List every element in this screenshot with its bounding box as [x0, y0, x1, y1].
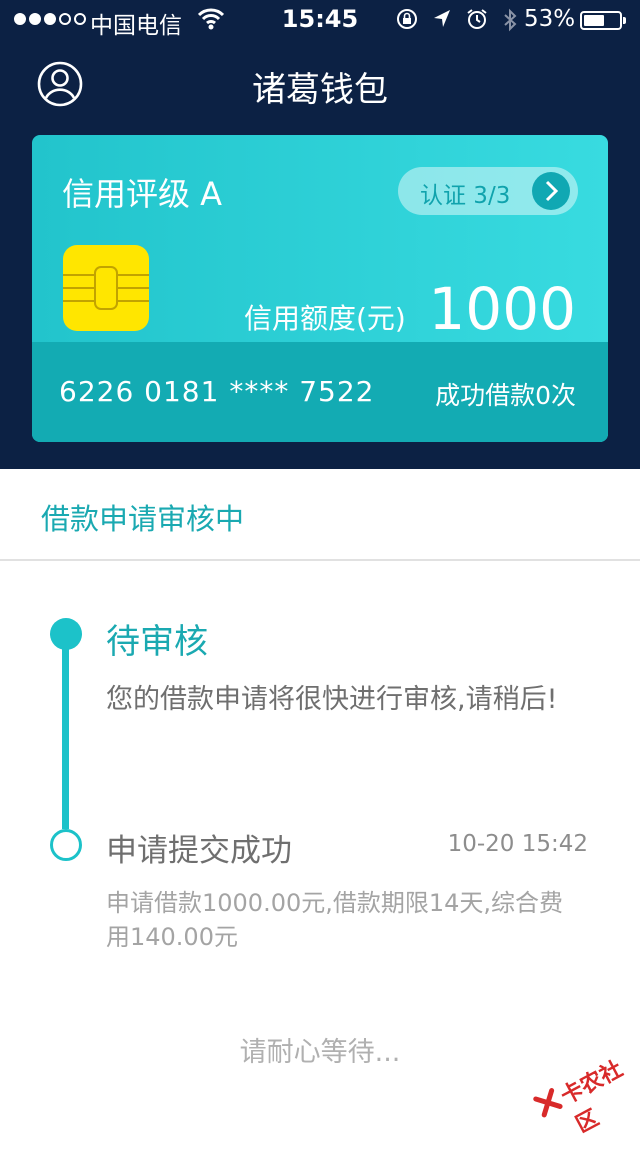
certification-button[interactable]: 认证 3/3 [398, 167, 578, 215]
timeline-step-time: 10-20 15:42 [447, 831, 588, 857]
card-number: 6226 0181 **** 7522 [59, 375, 375, 408]
location-arrow-icon [434, 10, 450, 27]
rotation-lock-icon [397, 9, 417, 29]
waiting-message: 请耐心等待... [239, 1037, 401, 1068]
timeline-dot-active [50, 618, 82, 650]
timeline-step-title: 申请提交成功 [106, 833, 292, 869]
section-title: 借款申请审核中 [41, 502, 245, 536]
chevron-right-icon [532, 172, 570, 210]
success-loan-count: 成功借款0次 [435, 381, 576, 410]
bluetooth-icon [504, 8, 517, 32]
credit-limit-label: 信用额度(元) [244, 302, 406, 335]
credit-limit-value: 1000 [428, 275, 576, 343]
battery-icon [580, 11, 626, 30]
battery-percent: 53% [524, 6, 576, 32]
timeline-step-title: 待审核 [106, 622, 208, 662]
alarm-icon [467, 9, 487, 29]
status-bar: 中国电信 15:45 53% [0, 0, 640, 40]
timeline-line [62, 634, 69, 829]
timeline-step-desc: 您的借款申请将很快进行审核,请稍后! [106, 684, 558, 715]
page-title: 诸葛钱包 [252, 70, 388, 110]
certification-label: 认证 3/3 [420, 183, 511, 209]
timeline-step-desc: 申请借款1000.00元,借款期限14天,综合费用140.00元 [106, 889, 564, 951]
credit-rating: 信用评级 A [62, 175, 223, 213]
credit-card: 信用评级 A 认证 3/3 信用额度(元) 1000 6226 0181 ***… [32, 135, 608, 442]
timeline-dot-done [50, 829, 82, 861]
divider [0, 559, 640, 561]
card-chip-icon [63, 245, 149, 331]
